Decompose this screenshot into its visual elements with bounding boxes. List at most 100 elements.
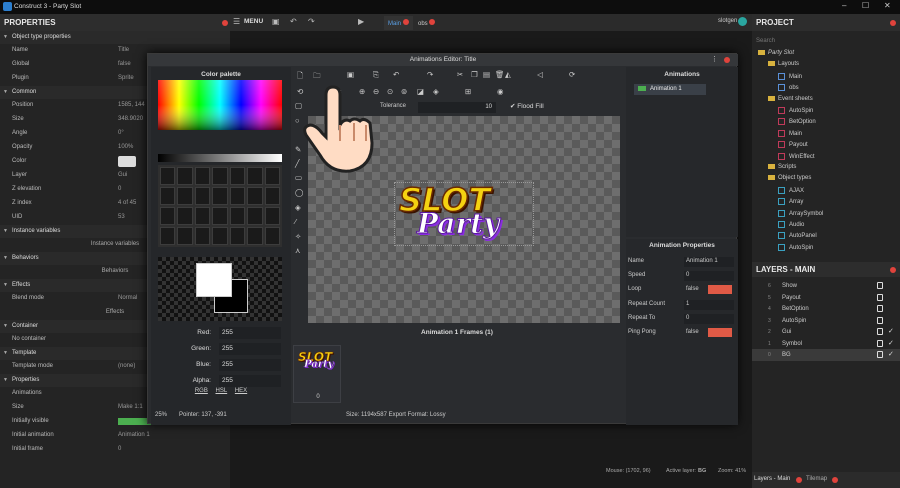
color-swatch[interactable] bbox=[194, 167, 211, 185]
property-value[interactable]: (none) bbox=[118, 363, 135, 369]
animation-property-value[interactable]: 0 bbox=[684, 271, 734, 282]
layer-row[interactable]: 1 Symbol ✓ bbox=[752, 338, 900, 350]
panel-close-icon[interactable] bbox=[890, 267, 896, 273]
layer-row[interactable]: 3 AutoSpin bbox=[752, 315, 900, 327]
color-swatch[interactable] bbox=[229, 187, 246, 205]
menu-button[interactable]: MENU bbox=[244, 18, 263, 25]
color-swatch[interactable] bbox=[177, 227, 193, 245]
tab-close-icon[interactable] bbox=[429, 19, 436, 25]
tree-item[interactable]: AutoSpin bbox=[778, 107, 813, 114]
tree-item[interactable]: Main bbox=[778, 72, 802, 80]
paste-icon[interactable]: ▤ bbox=[483, 70, 490, 79]
visibility-checkbox[interactable]: ✓ bbox=[888, 350, 894, 358]
animation-property-value[interactable]: 0 bbox=[684, 313, 734, 324]
property-value[interactable]: 4 of 45 bbox=[118, 200, 136, 206]
animation-property-row[interactable]: Repeat Count 1 bbox=[626, 298, 738, 311]
color-swatch[interactable] bbox=[160, 187, 176, 205]
animation-property-row[interactable]: Loop false bbox=[626, 283, 738, 296]
project-search-input[interactable]: Search bbox=[754, 36, 898, 47]
zoom-actual-icon[interactable]: ⊚ bbox=[401, 87, 407, 96]
new-file-icon[interactable]: 🗋 bbox=[297, 70, 303, 83]
toggle-switch[interactable] bbox=[708, 285, 732, 295]
collapse-arrow-icon[interactable]: ▼ bbox=[3, 377, 8, 383]
undo-icon[interactable]: ↶ bbox=[290, 17, 297, 26]
grid-icon[interactable]: ⊞ bbox=[465, 87, 471, 96]
color-swatch[interactable] bbox=[264, 207, 280, 225]
color-swatch[interactable] bbox=[160, 167, 176, 185]
animation-property-row[interactable]: Ping Pong false bbox=[626, 326, 738, 339]
tree-item[interactable]: Payout bbox=[778, 141, 808, 148]
tree-item[interactable]: BetOption bbox=[778, 118, 816, 125]
rgba-input[interactable]: 255 bbox=[219, 375, 281, 387]
color-swatch[interactable] bbox=[194, 227, 211, 245]
collapse-arrow-icon[interactable]: ▼ bbox=[3, 323, 8, 329]
color-swatch[interactable] bbox=[212, 187, 228, 205]
color-swatch[interactable] bbox=[212, 167, 228, 185]
collapse-arrow-icon[interactable]: ▼ bbox=[3, 350, 8, 356]
eyedropper-tool-icon[interactable]: ⁄ bbox=[295, 217, 296, 226]
property-row[interactable]: Initial frame 0 bbox=[0, 443, 230, 456]
property-section[interactable]: ▼ Object type properties bbox=[0, 31, 230, 44]
property-value[interactable]: 100% bbox=[118, 144, 133, 150]
flood-fill-checkbox[interactable]: ✔ Flood Fill bbox=[510, 102, 544, 110]
flip-vertical-icon[interactable]: ◁ bbox=[537, 70, 543, 79]
ellipse-tool-icon[interactable]: ◯ bbox=[295, 188, 303, 197]
layer-row[interactable]: 6 Show bbox=[752, 280, 900, 292]
visibility-checkbox[interactable]: ✓ bbox=[888, 339, 894, 347]
tree-item[interactable]: Scripts bbox=[768, 164, 796, 170]
origin-tool-icon[interactable]: ✧ bbox=[295, 232, 301, 241]
hex-link[interactable]: HEX bbox=[235, 388, 247, 394]
tree-item[interactable]: Layouts bbox=[768, 61, 799, 67]
lock-icon[interactable] bbox=[877, 339, 883, 347]
animation-property-row[interactable]: Name Animation 1 bbox=[626, 255, 738, 268]
animation-property-row[interactable]: Repeat To 0 bbox=[626, 312, 738, 325]
more-options-icon[interactable]: ⋮ bbox=[711, 55, 718, 63]
property-value[interactable]: 348.9020 bbox=[118, 116, 143, 122]
lock-icon[interactable] bbox=[877, 282, 883, 289]
color-swatch[interactable] bbox=[177, 207, 193, 225]
tab-close-icon[interactable] bbox=[402, 19, 409, 25]
color-swatch[interactable] bbox=[160, 207, 176, 225]
lock-icon[interactable] bbox=[877, 328, 883, 335]
tab-close-icon[interactable] bbox=[796, 477, 802, 483]
property-value[interactable]: 1585, 144 bbox=[118, 102, 145, 108]
color-picker-spectrum[interactable] bbox=[158, 80, 282, 130]
tree-item[interactable]: Event sheets bbox=[768, 95, 813, 102]
rotate-icon[interactable]: ⟳ bbox=[569, 70, 575, 79]
property-value[interactable]: Make 1:1 bbox=[118, 404, 143, 410]
property-value[interactable]: false bbox=[118, 61, 131, 67]
frame-thumbnail[interactable]: SLOT Party 0 bbox=[293, 345, 341, 403]
color-swatch[interactable] bbox=[264, 187, 280, 205]
color-swatch[interactable] bbox=[194, 187, 211, 205]
panel-close-icon[interactable] bbox=[890, 20, 896, 26]
menu-icon[interactable]: ☰ bbox=[233, 17, 240, 26]
maximize-icon[interactable]: ☐ bbox=[862, 1, 869, 10]
panel-close-icon[interactable] bbox=[222, 20, 228, 26]
minimize-icon[interactable]: – bbox=[842, 1, 846, 10]
tab-obs[interactable]: obs bbox=[414, 16, 439, 30]
avatar[interactable] bbox=[738, 17, 747, 26]
color-swatch[interactable] bbox=[212, 227, 228, 245]
color-swatch[interactable] bbox=[247, 227, 263, 245]
tree-item[interactable]: Array bbox=[778, 198, 803, 205]
layer-row[interactable]: 2 Gui ✓ bbox=[752, 326, 900, 338]
color-swatch[interactable] bbox=[247, 187, 263, 205]
tree-item[interactable]: ArraySymbol bbox=[778, 209, 823, 217]
color-swatch[interactable] bbox=[264, 167, 280, 185]
hsl-link[interactable]: HSL bbox=[216, 388, 228, 394]
cut-icon[interactable]: ✂ bbox=[457, 70, 463, 79]
rgba-input[interactable]: 255 bbox=[219, 359, 281, 371]
undo-icon[interactable]: ↶ bbox=[393, 70, 399, 79]
lock-icon[interactable] bbox=[877, 293, 883, 301]
tree-item[interactable]: Object types bbox=[768, 175, 811, 181]
layers-icon[interactable]: ◈ bbox=[433, 87, 439, 96]
color-swatch[interactable] bbox=[247, 167, 263, 185]
color-swatch[interactable] bbox=[229, 207, 246, 225]
tab-layers[interactable]: Layers - Main bbox=[754, 476, 790, 482]
mesh-tool-icon[interactable]: ⋏ bbox=[295, 246, 301, 255]
color-swatch[interactable] bbox=[229, 167, 246, 185]
tree-item[interactable]: Main bbox=[778, 129, 802, 137]
lock-icon[interactable] bbox=[877, 351, 883, 358]
delete-icon[interactable]: 🗑 bbox=[495, 70, 505, 79]
property-value[interactable]: 53 bbox=[118, 214, 125, 220]
